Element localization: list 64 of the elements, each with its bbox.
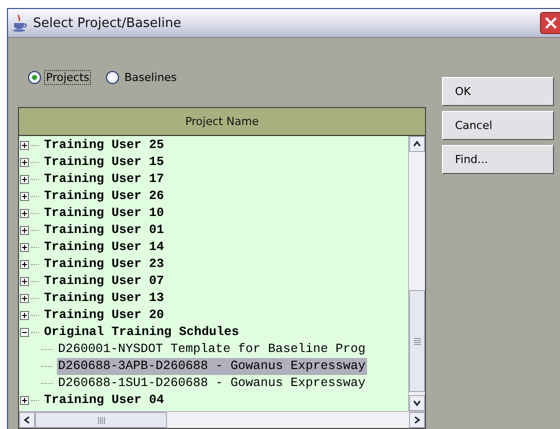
tree-item[interactable]: Training User 25 xyxy=(43,137,166,154)
plus-icon xyxy=(22,262,27,267)
scroll-right-button[interactable] xyxy=(409,412,425,428)
tree-item[interactable]: Training User 23 xyxy=(43,256,166,273)
plus-icon xyxy=(22,313,27,318)
tree-item[interactable]: Original Training Schdules xyxy=(43,324,240,341)
plus-icon xyxy=(22,228,27,233)
expand-button[interactable] xyxy=(20,396,29,405)
close-icon xyxy=(544,17,556,29)
radio-button[interactable]: Projects xyxy=(28,70,90,84)
close-button[interactable] xyxy=(540,12,560,34)
column-header[interactable]: Project Name xyxy=(19,108,425,136)
expand-button[interactable] xyxy=(20,158,29,167)
expand-button[interactable] xyxy=(20,260,29,269)
chevron-left-icon xyxy=(23,416,31,424)
dialog-button[interactable]: OK xyxy=(442,77,554,106)
scroll-down-button[interactable] xyxy=(409,395,425,411)
chevron-up-icon xyxy=(413,140,421,148)
tree-item[interactable]: Training User 26 xyxy=(43,188,166,205)
plus-icon xyxy=(22,211,27,216)
coffee-cup-icon xyxy=(12,14,28,32)
plus-icon xyxy=(22,245,27,250)
window-title: Select Project/Baseline xyxy=(33,16,182,30)
tree-item[interactable]: Training User 20 xyxy=(43,307,166,324)
plus-icon xyxy=(22,194,27,199)
chevron-down-icon xyxy=(413,399,421,407)
expand-button[interactable] xyxy=(20,141,29,150)
plus-icon xyxy=(22,296,27,301)
scroll-up-button[interactable] xyxy=(409,136,425,152)
tree-item[interactable]: Training User 13 xyxy=(43,290,166,307)
tree-item[interactable]: Training User 07 xyxy=(43,273,166,290)
dialog-button[interactable]: Find... xyxy=(442,145,554,174)
expand-button[interactable] xyxy=(20,226,29,235)
grip-icon xyxy=(414,338,420,344)
tree-item[interactable]: D260688-3APB-D260688 - Gowanus Expressway xyxy=(57,358,367,375)
plus-icon xyxy=(22,398,27,403)
tree-item[interactable]: D260001-NYSDOT Template for Baseline Prog xyxy=(57,341,367,358)
collapse-button[interactable] xyxy=(20,328,29,337)
tree-item[interactable]: Training User 14 xyxy=(43,239,166,256)
scroll-left-button[interactable] xyxy=(19,412,35,428)
radio-button[interactable]: Baselines xyxy=(106,70,178,84)
expand-button[interactable] xyxy=(20,311,29,320)
tree-item[interactable]: D260688-1SU1-D260688 - Gowanus Expressway xyxy=(57,375,367,392)
expand-button[interactable] xyxy=(20,294,29,303)
grip-icon xyxy=(98,416,104,424)
tree-item[interactable]: Training User 15 xyxy=(43,154,166,171)
chevron-right-icon xyxy=(413,416,421,424)
scroll-thumb[interactable] xyxy=(35,412,167,428)
tree-item[interactable]: Training User 04 xyxy=(43,392,166,409)
minus-icon xyxy=(22,330,27,335)
expand-button[interactable] xyxy=(20,175,29,184)
expand-button[interactable] xyxy=(20,277,29,286)
plus-icon xyxy=(22,143,27,148)
scroll-thumb[interactable] xyxy=(409,290,425,392)
tree-item[interactable]: Training User 17 xyxy=(43,171,166,188)
expand-button[interactable] xyxy=(20,243,29,252)
tree-item[interactable]: Training User 10 xyxy=(43,205,166,222)
expand-button[interactable] xyxy=(20,192,29,201)
dialog-button[interactable]: Cancel xyxy=(442,111,554,140)
plus-icon xyxy=(22,160,27,165)
plus-icon xyxy=(22,279,27,284)
expand-button[interactable] xyxy=(20,209,29,218)
plus-icon xyxy=(22,177,27,182)
tree-item[interactable]: Training User 01 xyxy=(43,222,166,239)
